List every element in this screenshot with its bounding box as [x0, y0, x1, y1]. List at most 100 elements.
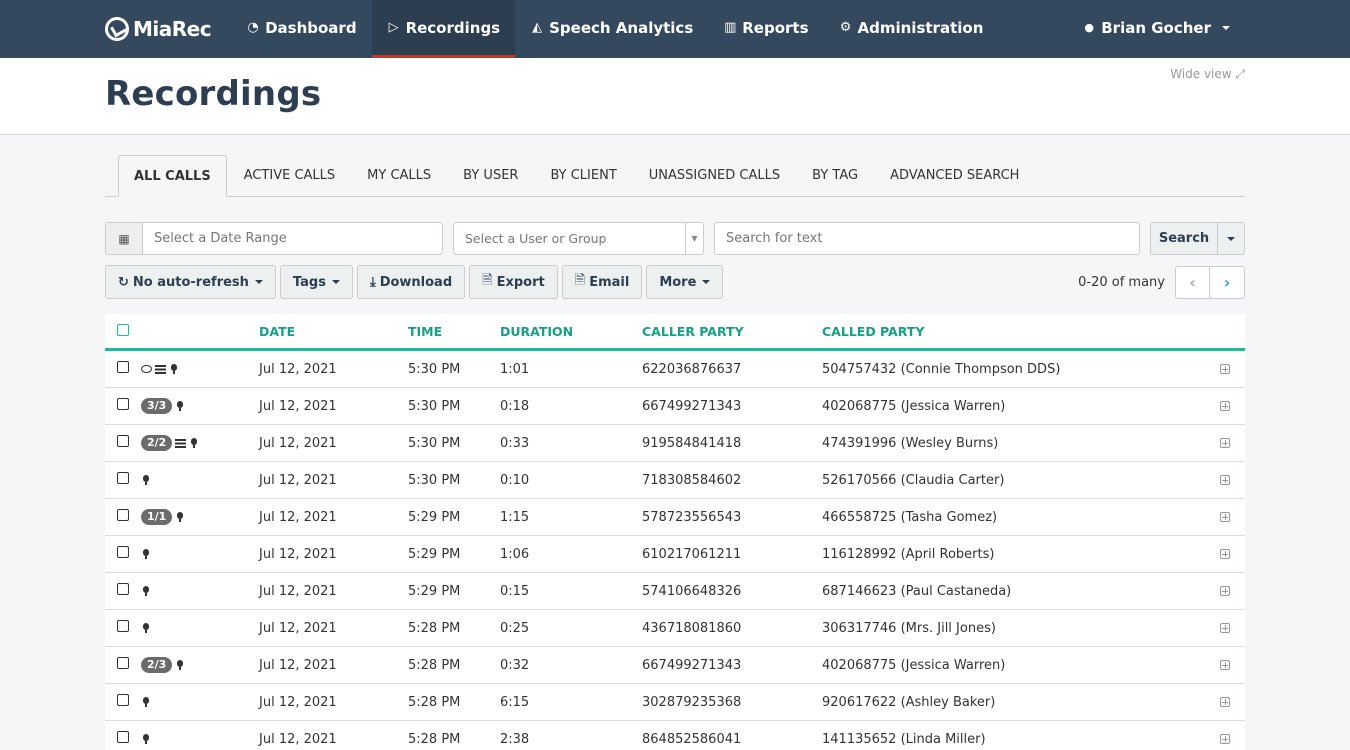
tab-unassigned-calls[interactable]: UNASSIGNED CALLS	[634, 155, 795, 196]
search-button-group: Search	[1150, 222, 1245, 255]
next-page-button[interactable]: ›	[1210, 267, 1244, 298]
date-range-input[interactable]	[143, 223, 442, 254]
nav-item-reports[interactable]: ▥ Reports	[708, 0, 823, 58]
user-menu[interactable]: ● Brian Gocher	[1067, 0, 1245, 58]
cell-time: 5:30 PM	[408, 398, 461, 414]
row-checkbox[interactable]	[117, 657, 129, 669]
miarec-logo-icon	[105, 17, 129, 41]
page-header: Recordings Wide view ⤢	[0, 58, 1350, 135]
table-row[interactable]: 3/3 Jul 12, 2021 5:30 PM 0:18 6674992713…	[105, 388, 1245, 425]
expand-row-icon[interactable]	[1220, 660, 1230, 670]
column-header-caller-party[interactable]: CALLER PARTY	[642, 324, 822, 339]
table-row[interactable]: 1/1 Jul 12, 2021 5:29 PM 1:15 5787235565…	[105, 499, 1245, 536]
cell-called-party: 504757432 (Connie Thompson DDS)	[822, 361, 1061, 377]
select-all-checkbox[interactable]	[117, 323, 129, 336]
table-row[interactable]: Jul 12, 2021 5:30 PM 1:01 622036876637 5…	[105, 351, 1245, 388]
download-button[interactable]: ⤓ Download	[356, 265, 466, 299]
main-content: ALL CALLS ACTIVE CALLS MY CALLS BY USER BY C…	[0, 155, 1350, 750]
row-checkbox[interactable]	[117, 398, 129, 410]
expand-row-icon[interactable]	[1220, 549, 1230, 559]
nav-item-administration[interactable]: ⚙ Administration	[824, 0, 999, 58]
expand-row-icon[interactable]	[1220, 586, 1230, 596]
expand-row-icon[interactable]	[1220, 364, 1230, 374]
microphone-icon	[177, 660, 184, 670]
user-group-input[interactable]	[454, 223, 685, 254]
tab-active-calls[interactable]: ACTIVE CALLS	[229, 155, 350, 196]
row-checkbox[interactable]	[117, 620, 129, 632]
table-row[interactable]: Jul 12, 2021 5:28 PM 0:25 436718081860 3…	[105, 610, 1245, 647]
table-row[interactable]: 2/3 Jul 12, 2021 5:28 PM 0:32 6674992713…	[105, 647, 1245, 684]
row-indicators	[141, 586, 259, 596]
column-header-time[interactable]: TIME	[408, 324, 500, 339]
row-checkbox[interactable]	[117, 546, 129, 558]
table-row[interactable]: Jul 12, 2021 5:29 PM 1:06 610217061211 1…	[105, 536, 1245, 573]
nav-item-dashboard[interactable]: ◔ Dashboard	[231, 0, 371, 58]
expand-row-icon[interactable]	[1220, 623, 1230, 633]
nav-item-recordings[interactable]: ▷ Recordings	[371, 0, 516, 58]
nav-item-label: Reports	[742, 18, 809, 37]
cell-time: 5:28 PM	[408, 657, 461, 673]
column-header-duration[interactable]: DURATION	[500, 324, 642, 339]
row-indicators	[141, 623, 259, 633]
expand-row-icon[interactable]	[1220, 401, 1230, 411]
expand-row-icon[interactable]	[1220, 697, 1230, 707]
column-header-called-party[interactable]: CALLED PARTY	[822, 324, 1205, 339]
microphone-icon	[191, 438, 198, 448]
table-header: DATE TIME DURATION CALLER PARTY CALLED P…	[105, 314, 1245, 351]
wide-view-link[interactable]: Wide view ⤢	[1170, 67, 1245, 82]
expand-row-icon[interactable]	[1220, 734, 1230, 744]
table-body: Jul 12, 2021 5:30 PM 1:01 622036876637 5…	[105, 351, 1245, 750]
tab-advanced-search[interactable]: ADVANCED SEARCH	[875, 155, 1034, 196]
row-indicators: 3/3	[141, 398, 259, 414]
search-button[interactable]: Search	[1150, 222, 1218, 255]
row-checkbox[interactable]	[117, 694, 129, 706]
segment-count-badge: 1/1	[141, 509, 173, 525]
chevron-down-icon	[702, 280, 711, 284]
row-checkbox[interactable]	[117, 472, 129, 484]
cell-duration: 2:38	[500, 731, 530, 747]
chevron-down-icon	[1222, 25, 1230, 30]
search-input[interactable]	[715, 223, 1139, 254]
table-row[interactable]: Jul 12, 2021 5:28 PM 6:15 302879235368 9…	[105, 684, 1245, 721]
tab-by-tag[interactable]: BY TAG	[797, 155, 873, 196]
table-row[interactable]: Jul 12, 2021 5:30 PM 0:10 718308584602 5…	[105, 462, 1245, 499]
expand-row-icon[interactable]	[1220, 438, 1230, 448]
row-checkbox[interactable]	[117, 361, 129, 373]
tab-my-calls[interactable]: MY CALLS	[352, 155, 446, 196]
row-indicators	[141, 549, 259, 559]
expand-row-icon[interactable]	[1220, 475, 1230, 485]
cell-called-party: 526170566 (Claudia Carter)	[822, 472, 1005, 488]
tab-all-calls[interactable]: ALL CALLS	[118, 155, 227, 197]
cell-time: 5:28 PM	[408, 620, 461, 636]
cell-called-party: 402068775 (Jessica Warren)	[822, 398, 1006, 414]
download-label: Download	[379, 274, 453, 290]
row-checkbox[interactable]	[117, 435, 129, 447]
tags-button[interactable]: Tags	[279, 265, 353, 299]
previous-page-button[interactable]: ‹	[1176, 266, 1210, 298]
select-arrow-icon[interactable]: ▼	[685, 223, 703, 254]
email-button[interactable]: 🗎 Email	[561, 265, 643, 299]
auto-refresh-button[interactable]: ↻ No auto-refresh	[105, 265, 276, 299]
row-checkbox[interactable]	[117, 731, 129, 743]
tab-by-client[interactable]: BY CLIENT	[535, 155, 631, 196]
cell-time: 5:28 PM	[408, 694, 461, 710]
column-header-date[interactable]: DATE	[259, 324, 408, 339]
more-button[interactable]: More	[646, 265, 724, 299]
tab-by-user[interactable]: BY USER	[448, 155, 533, 196]
export-button[interactable]: 🗎 Export	[469, 265, 558, 299]
nav-item-speech-analytics[interactable]: ◭ Speech Analytics	[515, 0, 708, 58]
auto-refresh-label: No auto-refresh	[132, 274, 249, 290]
calendar-icon[interactable]: ▦	[106, 223, 143, 254]
table-row[interactable]: Jul 12, 2021 5:29 PM 0:15 574106648326 6…	[105, 573, 1245, 610]
expand-row-icon[interactable]	[1220, 512, 1230, 522]
cell-date: Jul 12, 2021	[259, 398, 337, 414]
row-checkbox[interactable]	[117, 509, 129, 521]
user-group-select[interactable]: ▼	[453, 222, 704, 255]
table-row[interactable]: 2/2 Jul 12, 2021 5:30 PM 0:33 9195848414…	[105, 425, 1245, 462]
brand-logo[interactable]: MiaRec	[105, 0, 212, 58]
search-options-button[interactable]	[1218, 222, 1245, 255]
row-checkbox[interactable]	[117, 583, 129, 595]
table-row[interactable]: Jul 12, 2021 5:28 PM 2:38 864852586041 1…	[105, 721, 1245, 750]
excel-file-icon: 🗎	[482, 273, 493, 288]
cell-time: 5:29 PM	[408, 509, 461, 525]
